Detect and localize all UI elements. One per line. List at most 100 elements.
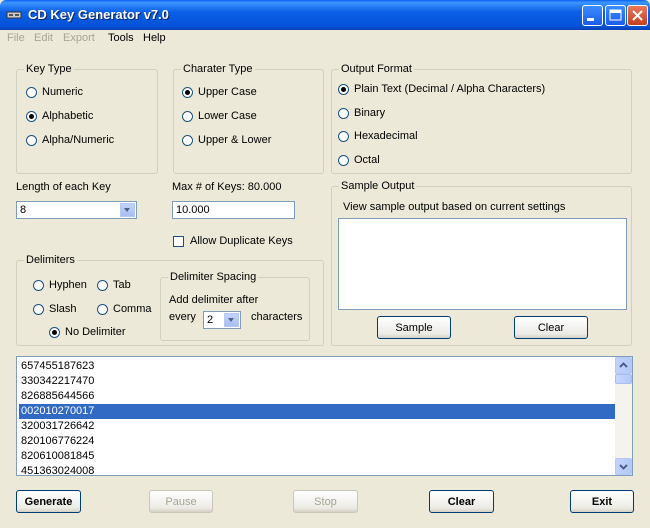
delimiters-group: Delimiters Hyphen Tab Slash Comma No Del… — [16, 254, 324, 346]
sample-output-description: View sample output based on current sett… — [343, 201, 566, 213]
menu-export[interactable]: Export — [63, 32, 95, 44]
radio-circle[interactable] — [97, 279, 108, 291]
radio-hexadecimal[interactable]: Hexadecimal — [338, 130, 418, 142]
radio-upper-lower[interactable]: Upper & Lower — [182, 134, 271, 146]
radio-circle[interactable] — [338, 107, 349, 119]
scroll-up-button[interactable] — [615, 357, 632, 374]
radio-tab[interactable]: Tab — [97, 279, 131, 291]
chevron-down-icon[interactable] — [224, 313, 239, 327]
max-keys-value: 10.000 — [176, 204, 210, 216]
menu-help[interactable]: Help — [143, 32, 166, 44]
sample-button[interactable]: Sample — [377, 316, 451, 339]
max-keys-input[interactable]: 10.000 — [172, 201, 295, 219]
scroll-down-button[interactable] — [615, 458, 632, 475]
radio-circle[interactable] — [26, 86, 37, 98]
radio-label: Upper Case — [198, 86, 257, 98]
minimize-button[interactable] — [582, 5, 603, 26]
sample-output-legend: Sample Output — [339, 180, 417, 192]
radio-label: Slash — [49, 303, 77, 315]
pause-button[interactable]: Pause — [149, 490, 213, 513]
radio-numeric[interactable]: Numeric — [26, 86, 83, 98]
radio-label: Alpha/Numeric — [42, 134, 115, 146]
radio-circle[interactable] — [182, 134, 193, 146]
radio-circle[interactable] — [182, 110, 193, 122]
exit-button[interactable]: Exit — [570, 490, 634, 513]
radio-circle[interactable] — [338, 83, 349, 95]
chevron-down-icon[interactable] — [120, 203, 135, 217]
allow-duplicates-label: Allow Duplicate Keys — [190, 235, 293, 247]
window-title: CD Key Generator v7.0 — [28, 7, 169, 22]
radio-alphabetic[interactable]: Alphabetic — [26, 110, 93, 122]
radio-label: Octal — [354, 154, 380, 166]
close-button[interactable] — [627, 5, 648, 26]
radio-label: Numeric — [42, 86, 83, 98]
clear-sample-button[interactable]: Clear — [514, 316, 588, 339]
list-item-selected[interactable]: 002010270017 — [19, 404, 615, 419]
radio-lower-case[interactable]: Lower Case — [182, 110, 257, 122]
radio-label: No Delimiter — [65, 326, 126, 338]
radio-label: Binary — [354, 107, 386, 119]
radio-alphanumeric[interactable]: Alpha/Numeric — [26, 134, 114, 146]
app-icon — [6, 11, 22, 19]
radio-circle[interactable] — [338, 154, 349, 166]
length-label: Length of each Key — [16, 181, 111, 193]
list-item[interactable]: 451363024008 — [19, 464, 615, 475]
radio-slash[interactable]: Slash — [33, 303, 77, 315]
list-item[interactable]: 657455187623 — [19, 359, 615, 374]
length-value: 8 — [20, 204, 27, 216]
list-item[interactable]: 330342217470 — [19, 374, 615, 389]
list-item[interactable]: 320031726642 — [19, 419, 615, 434]
sample-output-group: Sample Output View sample output based o… — [331, 180, 632, 346]
output-format-group: Output Format Plain Text (Decimal / Alph… — [331, 63, 632, 174]
radio-hyphen[interactable]: Hyphen — [33, 279, 87, 291]
radio-circle[interactable] — [49, 326, 60, 338]
menu-tools[interactable]: Tools — [108, 32, 134, 44]
radio-comma[interactable]: Comma — [97, 303, 152, 315]
radio-circle[interactable] — [33, 303, 44, 315]
char-type-group: Charater Type Upper Case Lower Case Uppe… — [173, 63, 324, 174]
length-select[interactable]: 8 — [16, 201, 137, 219]
radio-binary[interactable]: Binary — [338, 107, 385, 119]
menu-edit[interactable]: Edit — [34, 32, 53, 44]
radio-label: Comma — [113, 303, 152, 315]
minimize-icon — [587, 18, 594, 21]
radio-circle[interactable] — [33, 279, 44, 291]
generate-button[interactable]: Generate — [16, 490, 81, 513]
radio-label: Plain Text (Decimal / Alpha Characters) — [354, 83, 546, 95]
delimiter-characters-label: characters — [251, 311, 303, 323]
scroll-thumb[interactable] — [615, 374, 632, 384]
radio-circle[interactable] — [26, 110, 37, 122]
clear-button[interactable]: Clear — [429, 490, 494, 513]
radio-label: Tab — [113, 279, 131, 291]
menu-file[interactable]: File — [7, 32, 25, 44]
allow-duplicates-checkbox[interactable] — [173, 236, 184, 247]
list-item[interactable]: 820106776224 — [19, 434, 615, 449]
radio-circle[interactable] — [26, 134, 37, 146]
radio-circle[interactable] — [338, 130, 349, 142]
char-type-legend: Charater Type — [181, 63, 255, 75]
key-type-legend: Key Type — [24, 63, 74, 75]
vertical-scrollbar[interactable] — [615, 357, 632, 475]
stop-button[interactable]: Stop — [293, 490, 358, 513]
menu-bar: File Edit Export Tools Help — [0, 30, 650, 47]
generated-keys-list[interactable]: 657455187623 330342217470 826885644566 0… — [16, 356, 633, 476]
delimiter-spacing-select[interactable]: 2 — [203, 311, 241, 329]
title-bar[interactable]: CD Key Generator v7.0 — [0, 0, 650, 30]
maximize-button[interactable] — [605, 5, 626, 26]
radio-no-delimiter[interactable]: No Delimiter — [49, 326, 126, 338]
radio-octal[interactable]: Octal — [338, 154, 380, 166]
radio-label: Hexadecimal — [354, 130, 418, 142]
list-item[interactable]: 820610081845 — [19, 449, 615, 464]
maximize-icon — [609, 9, 622, 21]
radio-circle[interactable] — [182, 86, 193, 98]
chevron-down-icon — [619, 464, 628, 470]
delimiters-legend: Delimiters — [24, 254, 77, 266]
delimiter-spacing-group: Delimiter Spacing Add delimiter after ev… — [160, 271, 310, 341]
radio-upper-case[interactable]: Upper Case — [182, 86, 257, 98]
radio-label: Alphabetic — [42, 110, 94, 122]
chevron-up-icon — [619, 362, 628, 368]
list-item[interactable]: 826885644566 — [19, 389, 615, 404]
radio-plain-text[interactable]: Plain Text (Decimal / Alpha Characters) — [338, 83, 545, 95]
radio-circle[interactable] — [97, 303, 108, 315]
delimiter-spacing-legend: Delimiter Spacing — [168, 271, 259, 283]
